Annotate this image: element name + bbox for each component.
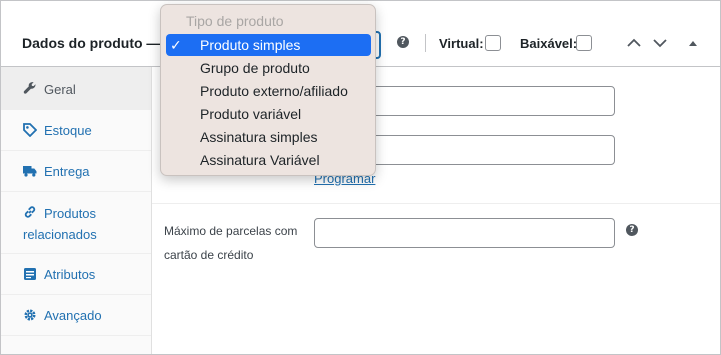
product-data-tabs: Geral Estoque Entrega Produtos relaciona…: [1, 67, 152, 354]
panel-title: Dados do produto —: [22, 35, 161, 51]
tab-linked-products[interactable]: Produtos relacionados: [1, 192, 151, 254]
product-type-dropdown: Tipo de produto ✓ Produto simples Grupo …: [160, 4, 376, 176]
tab-shipping-label: Entrega: [44, 164, 90, 179]
tab-advanced[interactable]: Avançado: [1, 295, 151, 336]
dropdown-group-label: Tipo de produto: [186, 13, 284, 29]
checkmark-icon: ✓: [170, 37, 182, 53]
installments-help-icon[interactable]: ?: [626, 224, 638, 236]
option-simple-subscription[interactable]: Assinatura simples: [166, 126, 371, 148]
option-grouped-product[interactable]: Grupo de produto: [166, 57, 371, 79]
option-label: Produto simples: [200, 37, 301, 53]
installments-label: Máximo de parcelas com cartão de crédito: [164, 224, 298, 262]
header-separator: [425, 34, 426, 52]
wrench-icon: [23, 82, 36, 94]
tab-general[interactable]: Geral: [1, 67, 151, 110]
option-external-product[interactable]: Produto externo/afiliado: [166, 80, 371, 102]
tab-attributes[interactable]: Atributos: [1, 254, 151, 295]
truck-icon: [23, 166, 37, 177]
tab-inventory-label: Estoque: [44, 123, 92, 138]
gear-icon: [24, 309, 36, 321]
tab-linked-products-label-2: relacionados: [23, 227, 97, 242]
option-label: Produto externo/afiliado: [200, 83, 348, 99]
tab-linked-products-label-1: Produtos: [44, 206, 97, 221]
option-simple-product[interactable]: ✓ Produto simples: [166, 34, 371, 56]
tab-general-label: Geral: [44, 82, 76, 97]
list-icon: [24, 268, 36, 280]
tab-attributes-label: Atributos: [44, 267, 96, 282]
move-up-icon[interactable]: [626, 37, 642, 49]
downloadable-label: Baixável:: [520, 36, 578, 51]
section-divider: [152, 203, 720, 204]
option-variable-subscription[interactable]: Assinatura Variável: [166, 149, 371, 171]
option-label: Produto variável: [200, 106, 302, 122]
downloadable-checkbox[interactable]: [576, 35, 592, 51]
option-label: Assinatura simples: [200, 129, 318, 145]
installments-input[interactable]: [314, 218, 615, 248]
option-label: Grupo de produto: [200, 60, 310, 76]
virtual-label: Virtual:: [439, 36, 484, 51]
tab-shipping[interactable]: Entrega: [1, 151, 151, 192]
tag-icon: [23, 123, 37, 137]
help-icon[interactable]: ?: [397, 36, 409, 48]
move-down-icon[interactable]: [652, 37, 668, 49]
option-variable-product[interactable]: Produto variável: [166, 103, 371, 125]
virtual-checkbox[interactable]: [485, 35, 501, 51]
link-icon: [24, 206, 36, 218]
option-label: Assinatura Variável: [200, 152, 320, 168]
tab-inventory[interactable]: Estoque: [1, 110, 151, 151]
collapse-toggle-icon[interactable]: [685, 37, 701, 49]
tab-advanced-label: Avançado: [44, 308, 102, 323]
